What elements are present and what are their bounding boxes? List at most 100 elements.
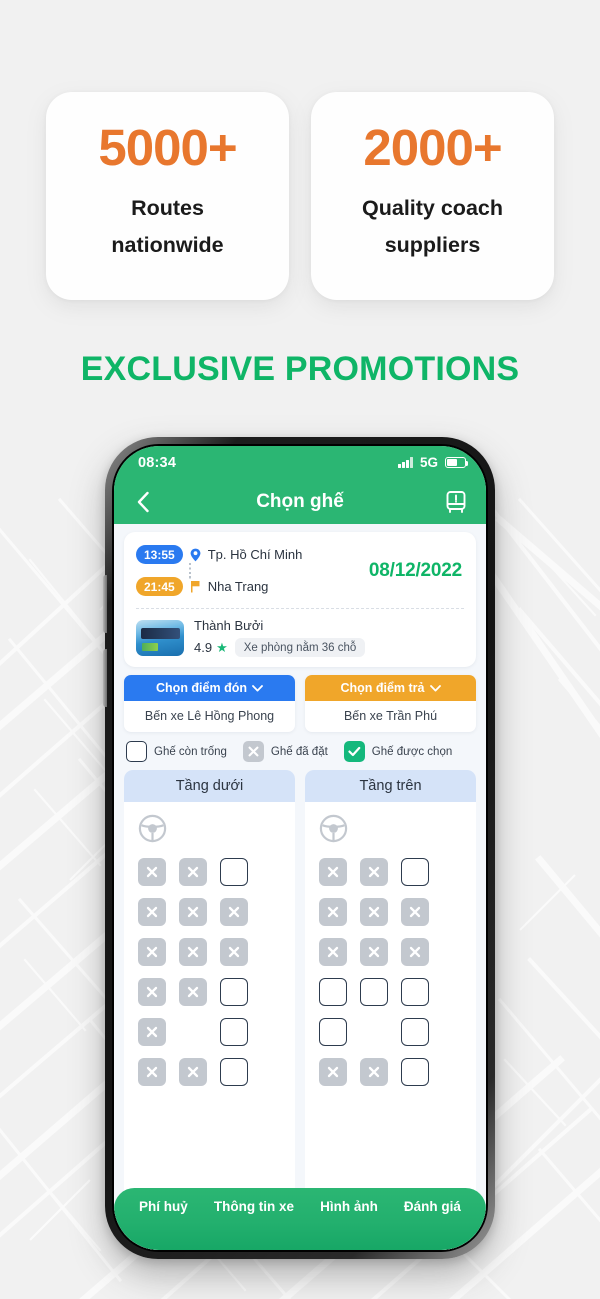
pickup-dropoff-row: Chọn điểm đón Bến xe Lê Hồng Phong Chọn … bbox=[124, 675, 476, 732]
steering-wheel-icon bbox=[138, 814, 281, 848]
dropoff-point-value: Bến xe Trần Phú bbox=[343, 709, 438, 723]
trip-summary-card: 13:55 Tp. Hồ Chí Minh 21:45 Nha Trang 08… bbox=[124, 532, 476, 667]
seat-taken bbox=[179, 978, 207, 1006]
legend-item-chosen: Ghế được chọn bbox=[343, 741, 453, 762]
deck-lower: Tầng dưới bbox=[124, 770, 295, 1250]
seat-row bbox=[319, 898, 462, 926]
seat-free[interactable] bbox=[401, 1018, 429, 1046]
operator-rating: 4.9 ★ bbox=[194, 640, 228, 655]
volume-up-button[interactable] bbox=[103, 575, 107, 633]
trip-route: 13:55 Tp. Hồ Chí Minh 21:45 Nha Trang 08… bbox=[136, 543, 464, 598]
stat-label-line2: suppliers bbox=[384, 233, 481, 257]
battery-icon bbox=[445, 457, 469, 468]
chevron-down-icon bbox=[429, 681, 441, 695]
seat-free[interactable] bbox=[401, 858, 429, 886]
seat-free[interactable] bbox=[319, 1018, 347, 1046]
seat-taken bbox=[401, 898, 429, 926]
seat-free[interactable] bbox=[360, 978, 388, 1006]
seat-row bbox=[138, 938, 281, 966]
seat-taken bbox=[220, 898, 248, 926]
trip-origin-row: 13:55 Tp. Hồ Chí Minh bbox=[136, 543, 302, 566]
trip-timeline: 13:55 Tp. Hồ Chí Minh 21:45 Nha Trang bbox=[136, 543, 302, 598]
deck-tab-lower[interactable]: Tầng dưới bbox=[124, 770, 295, 802]
vehicle-type-tag: Xe phòng nằm 36 chỗ bbox=[234, 638, 366, 657]
dropoff-point-label: Chọn điểm trả bbox=[340, 681, 425, 695]
status-indicators: 5G bbox=[398, 455, 469, 470]
seat-free[interactable] bbox=[220, 1058, 248, 1086]
seat-taken bbox=[360, 938, 388, 966]
operator-info: Thành Bưởi 4.9 ★ Xe phòng nằm 36 chỗ bbox=[194, 618, 366, 657]
depart-place: Tp. Hồ Chí Minh bbox=[207, 547, 303, 562]
timeline-dotted-connector bbox=[189, 563, 191, 579]
seat-free[interactable] bbox=[220, 978, 248, 1006]
seat-free[interactable] bbox=[220, 1018, 248, 1046]
legend-item-taken: Ghế đã đặt bbox=[242, 741, 328, 762]
tab-vehicle-info[interactable]: Thông tin xe bbox=[214, 1199, 294, 1214]
deck-container: Tầng dưới Tầng trên bbox=[124, 770, 476, 1250]
stat-card-suppliers: 2000+ Quality coach suppliers bbox=[311, 92, 554, 300]
tab-photos[interactable]: Hình ảnh bbox=[320, 1199, 378, 1214]
stat-label: Routes nationwide bbox=[111, 190, 223, 264]
operator-name: Thành Bưởi bbox=[194, 618, 264, 633]
seat-free[interactable] bbox=[401, 978, 429, 1006]
legend-label: Ghế được chọn bbox=[371, 745, 453, 758]
seat-row bbox=[319, 1058, 462, 1086]
promo-section: 5000+ Routes nationwide 2000+ Quality co… bbox=[0, 0, 600, 389]
bus-photo bbox=[136, 619, 184, 656]
seat-free[interactable] bbox=[220, 858, 248, 886]
rating-value: 4.9 bbox=[194, 640, 213, 655]
pickup-point-label: Chọn điểm đón bbox=[156, 681, 247, 695]
seat-taken bbox=[319, 898, 347, 926]
seat-taken bbox=[138, 858, 166, 886]
cross-icon bbox=[242, 741, 264, 762]
seat-taken bbox=[401, 938, 429, 966]
promo-heading: EXCLUSIVE PROMOTIONS bbox=[80, 350, 520, 388]
seat-taken bbox=[319, 938, 347, 966]
seat-free[interactable] bbox=[319, 978, 347, 1006]
seat-row bbox=[138, 978, 281, 1006]
tab-reviews[interactable]: Đánh giá bbox=[404, 1199, 461, 1214]
legend-label: Ghế đã đặt bbox=[270, 745, 328, 758]
seat-taken bbox=[138, 1018, 166, 1046]
stat-label-line1: Quality coach bbox=[362, 196, 503, 221]
stat-number: 5000+ bbox=[98, 119, 237, 177]
empty-seat-icon bbox=[126, 741, 147, 762]
seat-taken bbox=[179, 1058, 207, 1086]
dropoff-point-selector[interactable]: Chọn điểm trả Bến xe Trần Phú bbox=[305, 675, 476, 732]
seat-taken bbox=[179, 938, 207, 966]
depart-time-pill: 13:55 bbox=[136, 545, 183, 564]
bus-info-icon[interactable] bbox=[443, 489, 469, 515]
seat-row bbox=[319, 1018, 462, 1046]
legend-item-empty: Ghế còn trống bbox=[126, 741, 227, 762]
operator-meta: 4.9 ★ Xe phòng nằm 36 chỗ bbox=[194, 638, 366, 657]
arrive-place: Nha Trang bbox=[207, 579, 269, 594]
pickup-point-value: Bến xe Lê Hồng Phong bbox=[144, 709, 275, 723]
seat-taken bbox=[360, 898, 388, 926]
deck-tab-upper[interactable]: Tầng trên bbox=[305, 770, 476, 802]
seat-taken bbox=[360, 858, 388, 886]
seat-spacer bbox=[360, 1018, 388, 1046]
dropoff-point-header[interactable]: Chọn điểm trả bbox=[305, 675, 476, 701]
seat-taken bbox=[360, 1058, 388, 1086]
seat-free[interactable] bbox=[401, 1058, 429, 1086]
tab-cancellation-fee[interactable]: Phí huỷ bbox=[139, 1199, 188, 1214]
seat-taken bbox=[319, 858, 347, 886]
flag-icon bbox=[189, 580, 202, 593]
deck-lower-seatmap bbox=[124, 802, 295, 1250]
pickup-point-header[interactable]: Chọn điểm đón bbox=[124, 675, 295, 701]
seat-row bbox=[319, 938, 462, 966]
check-icon bbox=[343, 741, 365, 762]
network-label: 5G bbox=[419, 455, 438, 470]
chevron-down-icon bbox=[252, 681, 263, 695]
chevron-left-icon[interactable] bbox=[129, 488, 157, 516]
deck-upper: Tầng trên bbox=[305, 770, 476, 1250]
stat-label-line1: Routes bbox=[131, 196, 204, 221]
trip-destination-row: 21:45 Nha Trang bbox=[136, 575, 302, 598]
volume-down-button[interactable] bbox=[103, 649, 107, 707]
operator-row: Thành Bưởi 4.9 ★ Xe phòng nằm 36 chỗ bbox=[136, 618, 464, 657]
seat-taken bbox=[179, 898, 207, 926]
pickup-point-selector[interactable]: Chọn điểm đón Bến xe Lê Hồng Phong bbox=[124, 675, 295, 732]
deck-upper-rows bbox=[319, 858, 462, 1086]
status-bar: 08:34 5G bbox=[114, 446, 486, 479]
signal-bars-icon bbox=[398, 457, 413, 468]
